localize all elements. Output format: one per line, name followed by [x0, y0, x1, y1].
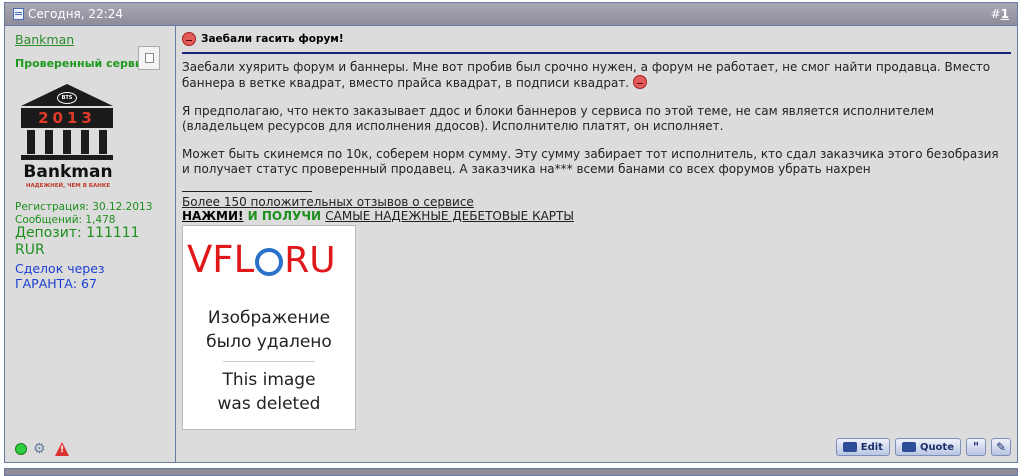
logo-name: Bankman: [23, 162, 113, 182]
user-status-icons: ⚙ !: [15, 441, 69, 457]
post-container: Сегодня, 22:24 #1 Bankman Проверенный се…: [4, 2, 1018, 463]
signature-divider: [182, 191, 312, 192]
username-link[interactable]: Bankman: [15, 32, 74, 47]
signature-promo: НАЖМИ! И ПОЛУЧИ САМЫЕ НАДЕЖНЫЕ ДЕБЕТОВЫЕ…: [182, 209, 574, 223]
signature-reviews-link[interactable]: Более 150 положительных отзывов о сервис…: [182, 195, 474, 209]
deals-line-2: ГАРАНТА: 67: [15, 276, 97, 291]
logo-base: [21, 155, 113, 160]
post-paragraph: Заебали хуярить форум и баннеры. Мне вот…: [182, 60, 991, 90]
online-status-icon: [15, 443, 27, 455]
post-header: Сегодня, 22:24 #1: [5, 3, 1017, 26]
signature-get-text: И ПОЛУЧИ: [243, 209, 326, 223]
logo-year: 2013: [21, 108, 113, 128]
angry-smiley-icon: [632, 75, 647, 89]
logo-tagline: НАДЕЖНЕЙ, ЧЕМ В БАНКЕ: [25, 183, 111, 189]
next-post-header: [4, 468, 1018, 476]
send-pm-icon[interactable]: [138, 46, 160, 70]
quick-reply-button[interactable]: ✎: [991, 438, 1011, 456]
post-actions: Edit Quote " ✎: [835, 438, 1011, 456]
post-number-link[interactable]: 1: [1001, 7, 1009, 21]
post-title: Заебали гасить форум!: [182, 32, 344, 46]
deals-line-1: Сделок через: [15, 261, 105, 276]
deleted-image-placeholder[interactable]: VFL RU Изображение было удалено This imag…: [182, 225, 356, 430]
post-content: Заебали гасить форум! Заебали хуярить фо…: [176, 26, 1017, 462]
deleted-message-ru: Изображение было удалено: [206, 308, 332, 352]
user-deals: Сделок через ГАРАНТА: 67: [15, 261, 105, 291]
edit-button[interactable]: Edit: [835, 438, 890, 456]
signature-press-link[interactable]: НАЖМИ!: [182, 209, 243, 223]
post-title-text: Заебали гасить форум!: [201, 33, 344, 45]
registration-date: Регистрация: 30.12.2013: [15, 201, 153, 213]
user-title: Проверенный сервис: [15, 57, 150, 70]
post-icon: [13, 8, 24, 20]
reputation-icon[interactable]: ⚙: [33, 441, 49, 457]
user-stats: Регистрация: 30.12.2013 Сообщений: 1,478: [15, 201, 152, 227]
title-divider: [182, 52, 1011, 54]
user-avatar: BTS 2013 Bankman НАДЕЖНЕЙ, ЧЕМ В БАНКЕ: [19, 84, 117, 204]
pencil-icon: ✎: [995, 440, 1007, 454]
post-number-prefix: #: [990, 7, 1001, 21]
edit-icon: [842, 442, 857, 452]
vflo-circle-icon: [255, 247, 284, 276]
logo-badge: BTS: [57, 92, 77, 104]
logo-columns: [27, 130, 107, 154]
signature-cards-link[interactable]: САМЫЕ НАДЕЖНЫЕ ДЕБЕТОВЫЕ КАРТЫ: [325, 209, 574, 223]
user-deposit: Депозит: 111111 RUR: [15, 225, 140, 258]
vflo-logo: VFL RU: [187, 238, 336, 281]
quote-button[interactable]: Quote: [894, 438, 961, 456]
message-separator: [223, 361, 315, 362]
post-date-text: Сегодня, 22:24: [28, 7, 123, 21]
quote-icon: [901, 442, 916, 452]
post-paragraph: Может быть скинемся по 10к, соберем норм…: [182, 147, 999, 176]
post-number: #1: [991, 7, 1009, 21]
user-sidebar: Bankman Проверенный сервис BTS 2013 Bank…: [5, 26, 176, 462]
post-body: Заебали хуярить форум и баннеры. Мне вот…: [182, 60, 1007, 190]
multiquote-button[interactable]: ": [966, 438, 986, 456]
deleted-message-en: This image was deleted: [217, 370, 321, 414]
post-paragraph: Я предполагаю, что некто заказывает ддос…: [182, 104, 935, 133]
post-date: Сегодня, 22:24: [13, 7, 123, 21]
report-icon[interactable]: !: [55, 442, 69, 456]
angry-smiley-icon: [182, 32, 196, 46]
